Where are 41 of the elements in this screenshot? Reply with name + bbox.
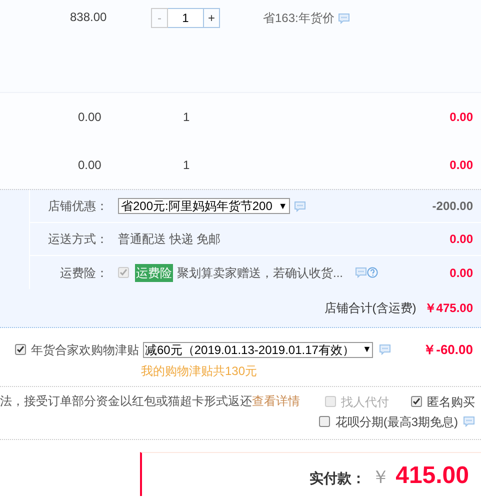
- checkbox[interactable]: [411, 396, 422, 407]
- subtotal: 0.00: [450, 157, 473, 174]
- allowance-amount: ￥-60.00: [423, 341, 473, 359]
- row-label: 运送方式：: [47, 231, 108, 248]
- promo-text: 省163:年货价: [263, 10, 334, 27]
- row-label: 运费险：: [59, 264, 108, 282]
- checkbox[interactable]: [319, 416, 330, 427]
- comment-icon[interactable]: [338, 13, 350, 24]
- increase-button[interactable]: +: [203, 8, 220, 28]
- payment-label: 实付款：: [310, 468, 366, 488]
- help-icon[interactable]: [367, 267, 378, 278]
- payment-amount: 415.00: [396, 460, 469, 490]
- allowance-select[interactable]: 减60元（2019.01.13-2019.01.17有效） ▼: [143, 342, 374, 358]
- shop-total-label: 店铺合计(含运费): [324, 300, 416, 317]
- quantity: 1: [183, 109, 190, 126]
- quantity: 1: [183, 157, 190, 174]
- currency-sign: ￥: [372, 466, 390, 488]
- notice-text: 法，接受订单部分资金以红包或猫超卡形式返还查看详情: [0, 392, 300, 410]
- option-label[interactable]: 花呗分期(最高3期免息): [335, 412, 458, 430]
- row-amount: 0.00: [450, 231, 473, 248]
- checkbox[interactable]: [15, 344, 26, 355]
- shop-total-amount: ￥475.00: [424, 300, 473, 317]
- unit-price: 0.00: [78, 109, 102, 126]
- comment-icon[interactable]: [379, 344, 392, 356]
- unit-price: 0.00: [78, 157, 102, 174]
- subtotal: 0.00: [450, 109, 473, 126]
- shipping-method: 普通配送 快递 免邮: [118, 231, 221, 248]
- option-label[interactable]: 匿名购买: [427, 392, 475, 410]
- allowance-note: 我的购物津贴共130元: [141, 362, 258, 380]
- quantity-field[interactable]: 1: [168, 8, 203, 28]
- discount-select[interactable]: 省200元:阿里妈妈年货节200 ▼: [118, 198, 290, 214]
- comment-icon[interactable]: [294, 200, 306, 212]
- insurance-text: 聚划算卖家赠送，若确认收货...: [177, 264, 344, 282]
- row-amount: -200.00: [432, 198, 473, 215]
- insurance-tag: 运费险: [135, 264, 173, 282]
- row-label: 店铺优惠：: [47, 198, 108, 215]
- comment-icon[interactable]: [463, 416, 475, 427]
- unit-price: 838.00: [70, 9, 108, 26]
- comment-icon[interactable]: [355, 267, 368, 278]
- allowance-label: 年货合家欢购物津贴: [31, 342, 139, 359]
- row-amount: 0.00: [450, 264, 473, 282]
